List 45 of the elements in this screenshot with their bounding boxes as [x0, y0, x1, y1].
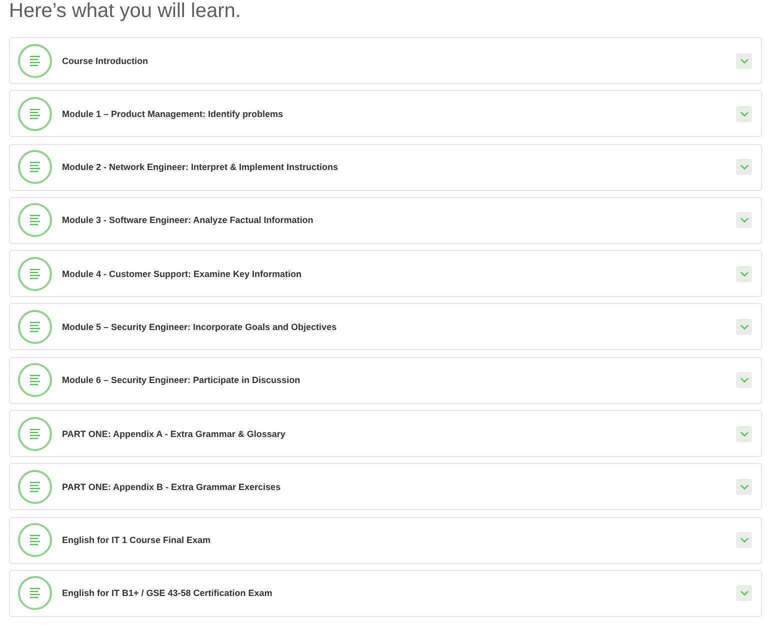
expand-toggle-button[interactable]: [736, 372, 752, 388]
module-title[interactable]: Module 5 – Security Engineer: Incorporate Goals and Objectives: [62, 322, 736, 332]
expand-toggle-button[interactable]: [736, 52, 752, 68]
section-heading: Here’s what you will learn.: [9, 0, 242, 24]
expand-toggle-button[interactable]: [736, 478, 752, 495]
expand-toggle-button[interactable]: [736, 159, 752, 176]
module-title[interactable]: Course Introduction: [62, 56, 736, 66]
expand-toggle-button[interactable]: [736, 212, 752, 228]
chevron-icon: [740, 430, 748, 437]
document-lines-icon: [18, 470, 52, 504]
expand-toggle-button[interactable]: [736, 532, 752, 548]
expand-toggle-button[interactable]: [736, 318, 752, 335]
module-title[interactable]: PART ONE: Appendix A - Extra Grammar & Glossary: [62, 428, 736, 439]
module-title[interactable]: Module 2 - Network Engineer: Interpret & Implement Instructions: [62, 162, 736, 172]
chevron-icon: [740, 110, 748, 117]
chevron-icon: [740, 270, 748, 277]
document-lines-icon: [18, 44, 52, 78]
chevron-icon: [740, 377, 748, 384]
document-lines-icon: [18, 416, 52, 451]
expand-toggle-button[interactable]: [736, 426, 752, 442]
chevron-icon: [740, 484, 748, 490]
chevron-icon: [740, 217, 748, 224]
module-title[interactable]: English for IT 1 Course Final Exam: [62, 535, 736, 546]
chevron-icon: [740, 164, 748, 170]
document-lines-icon: [18, 576, 52, 610]
document-lines-icon: [18, 256, 52, 291]
module-title[interactable]: Module 3 - Software Engineer: Analyze Factual Information: [62, 215, 736, 226]
chevron-icon: [740, 590, 748, 596]
document-lines-icon: [18, 363, 52, 398]
expand-toggle-button[interactable]: [736, 585, 752, 602]
document-lines-icon: [18, 96, 52, 131]
document-lines-icon: [18, 310, 52, 344]
expand-toggle-button[interactable]: [736, 106, 752, 122]
chevron-icon: [740, 58, 748, 64]
module-title[interactable]: Module 6 – Security Engineer: Participate in Discussion: [62, 375, 736, 386]
module-title[interactable]: Module 1 – Product Management: Identify problems: [62, 108, 736, 119]
document-lines-icon: [18, 150, 52, 184]
chevron-icon: [740, 537, 748, 544]
module-title[interactable]: PART ONE: Appendix B - Extra Grammar Exercises: [62, 482, 736, 492]
chevron-icon: [740, 324, 748, 330]
document-lines-icon: [18, 523, 52, 558]
expand-toggle-button[interactable]: [736, 266, 752, 282]
module-title[interactable]: Module 4 - Customer Support: Examine Key Information: [62, 268, 736, 279]
document-lines-icon: [18, 203, 52, 238]
module-title[interactable]: English for IT B1+ / GSE 43-58 Certification Exam: [62, 588, 736, 598]
